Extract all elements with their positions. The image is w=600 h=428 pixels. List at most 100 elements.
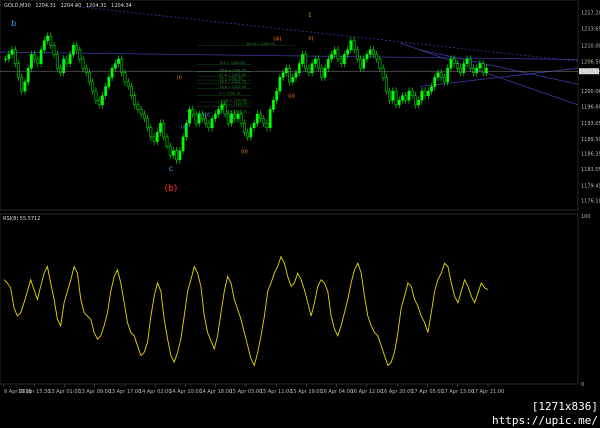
candle-body [459, 67, 462, 74]
trading-chart[interactable]: 161.8 = 1209.90 100 = 1205.80 76.4 = 1204.… [0, 0, 600, 414]
candle-body [381, 67, 385, 78]
candle-body [420, 90, 424, 101]
candle-body [333, 49, 337, 55]
candle-body [365, 54, 369, 60]
candle-body [281, 72, 285, 78]
candle-body [120, 58, 124, 74]
ohlc-close: 1204.34 [111, 3, 132, 9]
candle-body [391, 90, 395, 101]
candle-body [71, 45, 75, 55]
candle-body [230, 113, 233, 124]
candle-body [372, 49, 375, 55]
wave-label: (ii) [288, 94, 295, 100]
wave-label: c [169, 164, 173, 173]
candle-body [468, 58, 472, 69]
time-tick-label: 14 Apr 18:00 [199, 389, 232, 395]
candle-body [142, 113, 146, 119]
candle-body [368, 49, 372, 55]
fib-level-label: 161.8 = 1209.90 [246, 42, 275, 46]
price-tick: 1206.50 [581, 59, 600, 65]
candle-body [326, 58, 330, 69]
candle-body [284, 67, 288, 74]
candle-body [13, 49, 17, 64]
candle-body [172, 150, 175, 156]
candle-body [243, 122, 246, 133]
time-tick-label: 16 Apr 12:00 [351, 389, 384, 395]
candle-body [191, 109, 195, 115]
candle-body [4, 58, 7, 61]
candle-body [126, 81, 130, 87]
rsi-panel[interactable] [0, 213, 579, 385]
candle-body [181, 136, 185, 151]
candle-body [139, 109, 143, 115]
candle-body [375, 54, 379, 60]
candle-body [217, 109, 220, 115]
time-tick-label: 16 Apr 04:00 [320, 389, 353, 395]
candle-body [20, 77, 24, 92]
price-panel[interactable] [0, 0, 579, 211]
time-tick-label: 13 Apr 17:00 [109, 389, 142, 395]
candle-body [146, 118, 149, 129]
candle-body [62, 58, 66, 74]
candle-body [30, 54, 33, 69]
candle-body [414, 95, 417, 106]
candle-body [436, 72, 440, 78]
candle-body [84, 67, 88, 74]
candle-body [26, 67, 30, 83]
candle-body [317, 58, 320, 69]
candle-body [294, 72, 298, 78]
trendline [399, 42, 579, 106]
candle-body [213, 113, 217, 119]
candle-body [197, 113, 201, 124]
candle-body [475, 67, 479, 74]
ohlc-low: 1204.31 [86, 3, 107, 9]
candle-body [123, 72, 127, 83]
candle-body [397, 100, 401, 106]
candle-body [394, 90, 398, 106]
candle-body [410, 90, 414, 96]
candle-body [288, 67, 291, 83]
candle-body [252, 122, 256, 129]
time-tick-label: 15 Apr 03:00 [230, 389, 263, 395]
candle-body [401, 95, 404, 101]
candle-body [320, 67, 324, 78]
price-axis: 1217.20 1213.65 1210.00 1206.50 1204.34 1200.… [579, 10, 600, 205]
candle-body [255, 113, 259, 124]
candle-body [313, 58, 317, 64]
candle-body [275, 90, 279, 101]
candle-body [55, 54, 59, 69]
candle-body [272, 100, 275, 110]
time-tick-label: 17 Apr 21:00 [472, 389, 505, 395]
candle-body [17, 63, 20, 78]
candle-body [175, 150, 179, 161]
candle-body [407, 90, 411, 101]
price-tick: 1189.50 [581, 137, 600, 143]
candle-body [352, 40, 356, 51]
candle-body [249, 127, 253, 138]
wave-label: (b) [165, 184, 178, 194]
candle-body [149, 127, 153, 138]
candle-body [478, 63, 482, 69]
candle-body [384, 77, 388, 92]
candle-body [52, 45, 56, 55]
candle-body [42, 40, 46, 51]
rsi-label: RSI(8) 55.5712 [3, 216, 40, 222]
fib-level-label: 100 = 1205.80 [219, 61, 245, 65]
candle-body [343, 54, 346, 64]
wave-label: (i) [308, 36, 313, 42]
candle-body [439, 72, 443, 78]
candle-body [78, 49, 82, 60]
time-tick-label: 15 Apr 11:00 [260, 389, 293, 395]
candle-body [388, 90, 391, 101]
candle-body [472, 67, 475, 74]
candle-body [39, 49, 43, 64]
rsi-top-label: 100 [581, 214, 591, 220]
candle-body [268, 109, 272, 129]
ohlc-open: 1204.31 [35, 3, 56, 9]
candle-body [378, 58, 382, 69]
time-axis: 9 Apr 201510 Apr 15:3013 Apr 01:0013 Apr… [3, 384, 505, 395]
candle-body [7, 54, 11, 60]
candle-body [233, 113, 237, 119]
watermark: [1271x836] https://upic.me/ [438, 400, 600, 427]
trendline [0, 51, 579, 60]
